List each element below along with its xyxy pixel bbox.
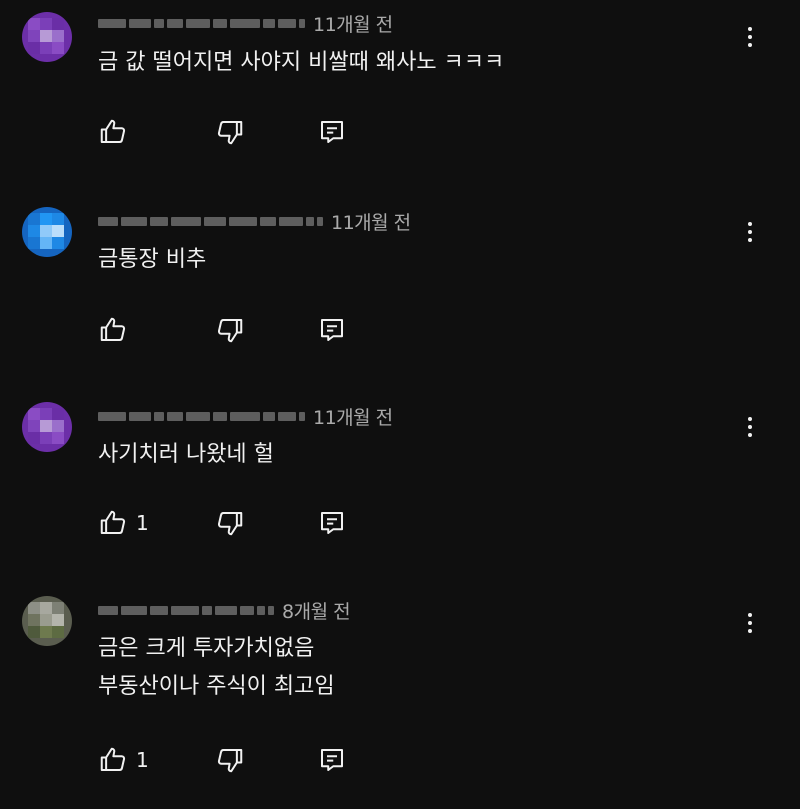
avatar[interactable] [22, 596, 72, 646]
author-row: 11개월 전 [98, 10, 393, 36]
reply-button[interactable] [317, 745, 347, 775]
author-row: 8개월 전 [98, 597, 351, 624]
reply-icon [321, 512, 343, 534]
thumbs-down-icon [217, 749, 243, 773]
more-vert-icon[interactable] [740, 412, 760, 442]
reply-icon [321, 749, 343, 771]
comment-time[interactable]: 11개월 전 [313, 403, 393, 430]
blurred-author-name[interactable] [98, 409, 305, 423]
blurred-author-name[interactable] [98, 214, 323, 228]
author-row: 11개월 전 [98, 403, 393, 429]
avatar[interactable] [22, 402, 72, 452]
dislike-button[interactable] [215, 117, 245, 147]
blurred-author-name[interactable] [98, 16, 305, 30]
like-button[interactable]: 1 [98, 508, 149, 538]
thumbs-up-icon [100, 119, 126, 143]
blurred-author-name[interactable] [98, 603, 274, 617]
dislike-button[interactable] [215, 745, 245, 775]
thumbs-down-icon [217, 512, 243, 536]
reply-button[interactable] [317, 508, 347, 538]
comment-text: 금통장 비추 [98, 247, 207, 272]
comment-text-line: 부동산이나 주식이 최고임 [98, 674, 335, 699]
dislike-button[interactable] [215, 508, 245, 538]
like-button[interactable] [98, 315, 128, 345]
comment-list: 11개월 전 금 값 떨어지면 사야지 비쌀때 왜사노 ㅋㅋㅋ 11개월 전 금… [0, 0, 800, 809]
avatar[interactable] [22, 12, 72, 62]
comment-text: 금은 크게 투자가치없음 부동산이나 주식이 최고임 [98, 630, 335, 706]
like-button[interactable]: 1 [98, 745, 149, 775]
more-vert-icon[interactable] [740, 217, 760, 247]
dislike-button[interactable] [215, 315, 245, 345]
reply-button[interactable] [317, 315, 347, 345]
thumbs-up-icon [100, 317, 126, 341]
comment-text: 사기치러 나왔네 헐 [98, 442, 274, 467]
reply-icon [321, 121, 343, 143]
comment-time[interactable]: 11개월 전 [313, 10, 393, 37]
more-vert-icon[interactable] [740, 608, 760, 638]
more-vert-icon[interactable] [740, 22, 760, 52]
comment-time[interactable]: 11개월 전 [331, 208, 411, 235]
thumbs-up-icon [100, 510, 126, 534]
comment-time[interactable]: 8개월 전 [282, 597, 351, 624]
comment-text: 금 값 떨어지면 사야지 비쌀때 왜사노 ㅋㅋㅋ [98, 50, 505, 75]
reply-icon [321, 319, 343, 341]
reply-button[interactable] [317, 117, 347, 147]
comment-text-line: 금은 크게 투자가치없음 [98, 636, 315, 661]
like-count: 1 [136, 748, 149, 772]
author-row: 11개월 전 [98, 208, 411, 234]
thumbs-up-icon [100, 747, 126, 771]
avatar[interactable] [22, 207, 72, 257]
thumbs-down-icon [217, 319, 243, 343]
like-button[interactable] [98, 117, 128, 147]
like-count: 1 [136, 511, 149, 535]
thumbs-down-icon [217, 121, 243, 145]
